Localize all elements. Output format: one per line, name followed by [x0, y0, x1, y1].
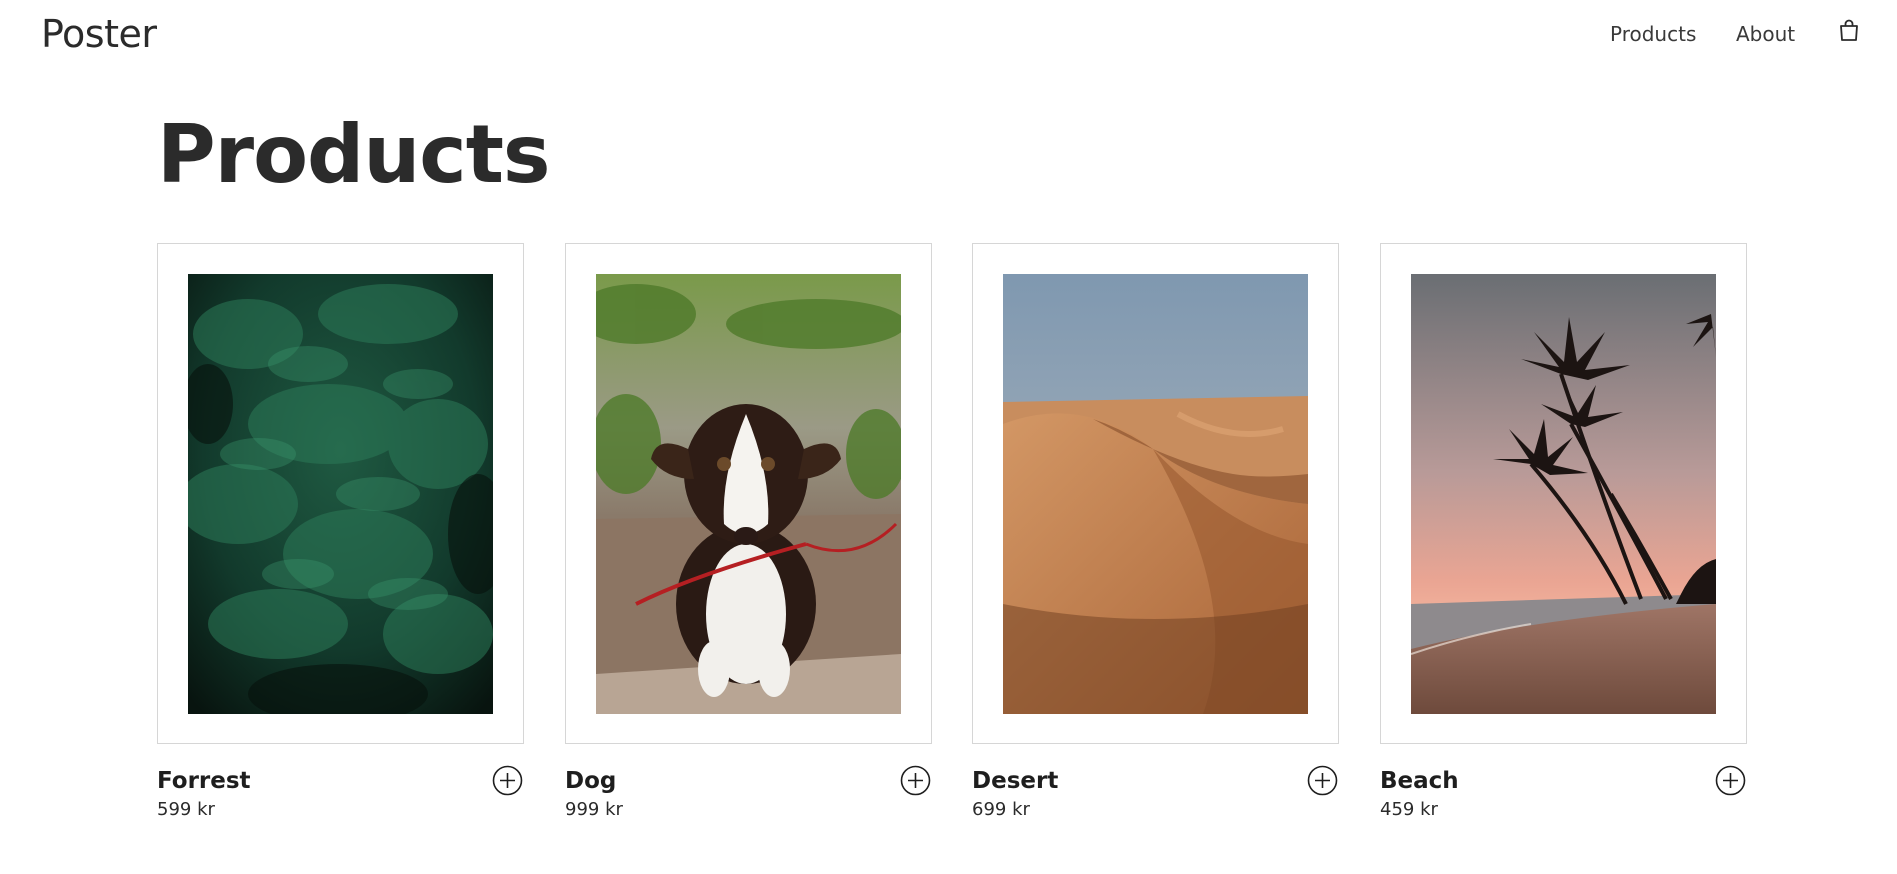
top-navigation-bar: Poster Products About: [0, 0, 1897, 70]
product-price: 459 kr: [1380, 799, 1438, 820]
nav-link-products[interactable]: Products: [1610, 22, 1696, 46]
product-name[interactable]: Desert: [972, 768, 1058, 794]
product-price: 599 kr: [157, 799, 215, 820]
poster-frame[interactable]: [972, 243, 1339, 744]
plus-circle-icon[interactable]: [900, 765, 931, 796]
plus-circle-icon[interactable]: [1715, 765, 1746, 796]
dog-photo[interactable]: [596, 274, 901, 714]
product-name[interactable]: Forrest: [157, 768, 251, 794]
page-title: Products: [157, 108, 551, 201]
shopping-bag-icon[interactable]: [1838, 19, 1860, 43]
poster-frame[interactable]: [565, 243, 932, 744]
product-price: 999 kr: [565, 799, 623, 820]
product-name[interactable]: Dog: [565, 768, 616, 794]
brand-logo[interactable]: Poster: [41, 12, 157, 56]
poster-frame[interactable]: [1380, 243, 1747, 744]
nav-link-about[interactable]: About: [1736, 22, 1795, 46]
beach-photo[interactable]: [1411, 274, 1716, 714]
forest-photo[interactable]: [188, 274, 493, 714]
poster-frame[interactable]: [157, 243, 524, 744]
desert-photo[interactable]: [1003, 274, 1308, 714]
product-name[interactable]: Beach: [1380, 768, 1459, 794]
plus-circle-icon[interactable]: [1307, 765, 1338, 796]
product-price: 699 kr: [972, 799, 1030, 820]
plus-circle-icon[interactable]: [492, 765, 523, 796]
